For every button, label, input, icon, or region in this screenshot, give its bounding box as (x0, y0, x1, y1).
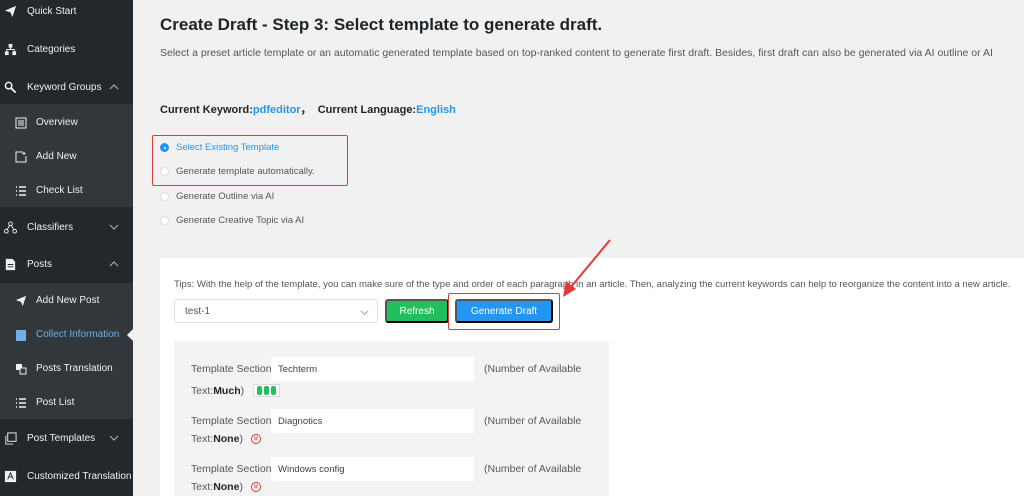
sidebar-item-customized-translation[interactable]: Customized Translation (0, 459, 133, 493)
section-input[interactable]: Techterm (271, 357, 474, 381)
radio-unchecked[interactable] (160, 192, 169, 201)
sidebar-item-post-list[interactable]: Post List (0, 386, 133, 420)
add-document-icon (15, 151, 27, 163)
sidebar-item-check-list[interactable]: Check List (0, 174, 133, 208)
sidebar-item-posts-translation[interactable]: Posts Translation (0, 352, 133, 386)
sidebar-item-add-new[interactable]: Add New (0, 140, 133, 174)
highlight-box-options (152, 135, 348, 186)
error-circle-icon: ✕ (250, 482, 261, 492)
keyword-groups-submenu: Overview Add New Check List (0, 104, 133, 207)
list-icon (15, 185, 27, 197)
section-input[interactable]: Windows config (271, 457, 474, 481)
document-icon (4, 258, 17, 271)
list-box-icon (15, 117, 27, 129)
text-prefix: Text: (191, 433, 214, 445)
sidebar-item-categories[interactable]: Categories (0, 32, 133, 66)
template-panel: Tips: With the help of the template, you… (160, 258, 1024, 496)
section-label: Template Section: (191, 463, 275, 475)
copy-icon (4, 431, 17, 445)
template-sections: Template Section: Techterm (Number of Av… (174, 341, 609, 496)
available-label: (Number of Available (484, 415, 582, 427)
sidebar-item-post-templates[interactable]: Post Templates (0, 421, 133, 455)
chevron-down-icon (109, 435, 119, 441)
option-label: Generate Creative Topic via AI (176, 215, 305, 226)
page-title: Create Draft - Step 3: Select template t… (160, 15, 603, 34)
network-icon (4, 220, 17, 234)
section-label: Template Section: (191, 363, 275, 375)
chevron-up-icon (109, 84, 119, 90)
amount-value: None (213, 433, 240, 445)
available-text: Text: None) ✕ (191, 433, 261, 445)
template-select-value: test-1 (185, 305, 211, 317)
radio-unchecked[interactable] (160, 216, 169, 225)
tips-text: Tips: With the help of the template, you… (174, 279, 1011, 290)
language-label: Current Language: (317, 104, 417, 116)
option-generate-creative-topic-via-ai[interactable]: Generate Creative Topic via AI (160, 215, 304, 226)
suffix: ) (239, 481, 243, 493)
sidebar-item-label: Collect Information (36, 329, 120, 340)
translate-icon (4, 470, 17, 483)
sidebar-item-label: Customized Translation (27, 470, 132, 482)
list-icon (15, 397, 27, 409)
highlight-box-generate (448, 293, 560, 330)
paper-plane-icon (15, 295, 27, 307)
sidebar: Quick Start Categories Keyword Groups Ov… (0, 0, 133, 496)
key-search-icon (4, 81, 17, 94)
main-content: Create Draft - Step 3: Select template t… (133, 0, 1024, 496)
sidebar-item-label: Categories (27, 43, 76, 55)
clipboard-icon (15, 329, 27, 341)
sidebar-item-keyword-groups[interactable]: Keyword Groups (0, 70, 133, 104)
sidebar-item-overview[interactable]: Overview (0, 106, 133, 140)
section-label: Template Section: (191, 415, 275, 427)
sidebar-item-label: Overview (36, 117, 78, 128)
chevron-up-icon (109, 261, 119, 267)
template-select[interactable]: test-1 (174, 299, 378, 323)
available-label: (Number of Available (484, 363, 582, 375)
current-keyword-line: Current Keyword:pdfeditor， Current Langu… (160, 101, 456, 117)
amount-value: None (213, 481, 240, 493)
available-text: Text: Much) (191, 384, 281, 397)
sitemap-icon (4, 43, 17, 56)
sidebar-item-collect-information[interactable]: Collect Information (0, 318, 133, 352)
sidebar-item-label: Keyword Groups (27, 81, 102, 93)
sidebar-item-label: Posts Translation (36, 363, 113, 374)
sidebar-item-posts[interactable]: Posts (0, 247, 133, 281)
option-generate-outline-via-ai[interactable]: Generate Outline via AI (160, 191, 274, 202)
suffix: ) (240, 384, 245, 397)
sidebar-item-quick-start[interactable]: Quick Start (0, 0, 133, 28)
sidebar-item-classifiers[interactable]: Classifiers (0, 210, 133, 244)
sidebar-item-label: Add New Post (36, 295, 100, 306)
paper-plane-icon (4, 5, 17, 18)
sidebar-item-add-new-post[interactable]: Add New Post (0, 284, 133, 318)
sidebar-item-label: Add New (36, 151, 77, 162)
keyword-value: pdfeditor (252, 104, 301, 116)
amount-value: Much (213, 384, 241, 397)
signal-bars-icon (253, 384, 281, 397)
error-circle-icon: ✕ (250, 434, 261, 444)
refresh-button[interactable]: Refresh (385, 299, 449, 323)
option-label: Generate Outline via AI (176, 191, 275, 202)
posts-submenu: Add New Post Collect Information Posts T… (0, 283, 133, 419)
text-prefix: Text: (191, 481, 214, 493)
chevron-down-icon (360, 310, 369, 316)
suffix: ) (239, 433, 243, 445)
translate-icon (15, 363, 27, 375)
sidebar-item-label: Posts (27, 258, 53, 270)
keyword-label: Current Keyword: (160, 104, 253, 116)
available-label: (Number of Available (484, 463, 582, 475)
page-description: Select a preset article template or an a… (160, 47, 993, 59)
text-prefix: Text: (191, 384, 214, 397)
separator: ， (300, 104, 312, 116)
sidebar-item-label: Classifiers (27, 221, 74, 233)
language-value: English (416, 104, 456, 116)
available-text: Text: None) ✕ (191, 481, 261, 493)
sidebar-item-label: Post List (36, 397, 75, 408)
chevron-down-icon (109, 224, 119, 230)
sidebar-item-label: Quick Start (27, 5, 77, 17)
sidebar-item-label: Post Templates (27, 432, 96, 444)
sidebar-item-label: Check List (36, 185, 83, 196)
section-input[interactable]: Diagnotics (271, 409, 474, 433)
